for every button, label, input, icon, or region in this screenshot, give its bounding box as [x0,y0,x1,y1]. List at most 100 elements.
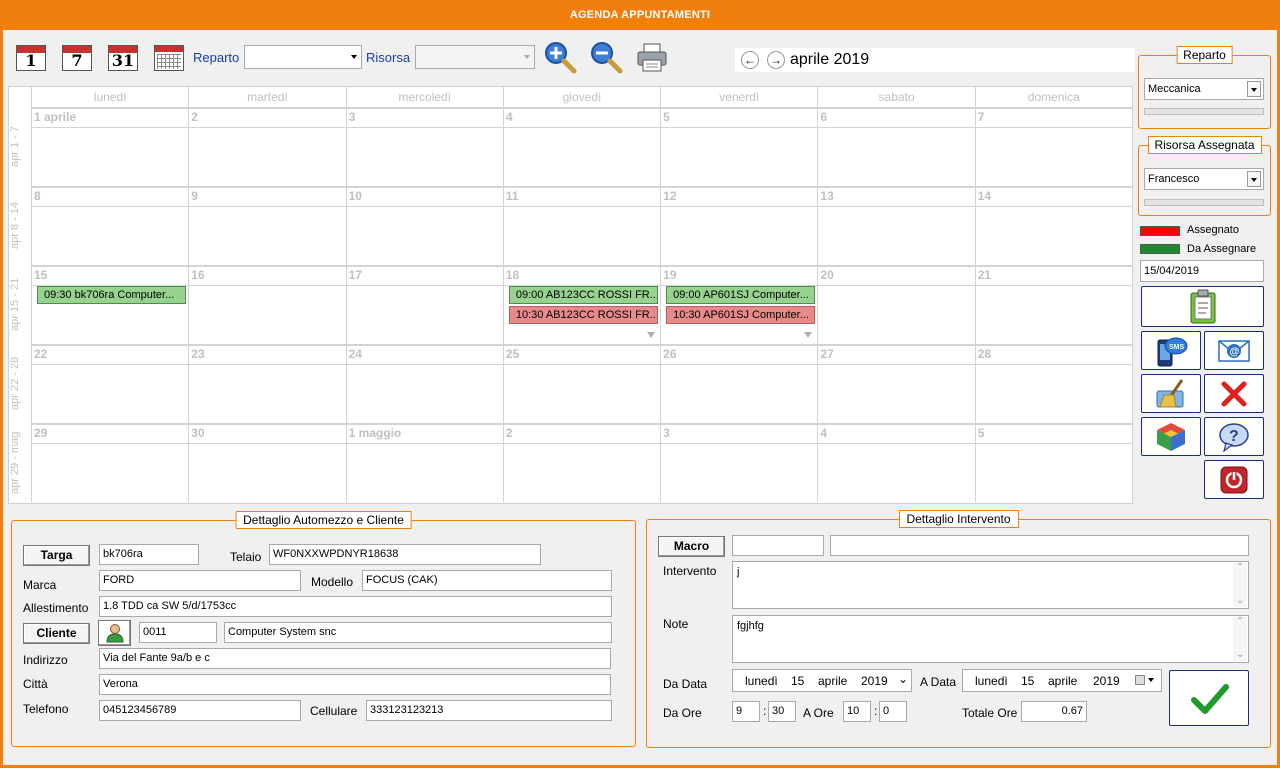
day-cell[interactable]: 12 [660,186,818,265]
risorsa-select[interactable] [415,45,535,69]
allestimento-field[interactable]: 1.8 TDD ca SW 5/d/1753cc [99,596,612,617]
month-view-button[interactable]: 31 [108,45,138,71]
day-cell[interactable]: 1 aprile [31,107,189,186]
a-ore-minute-field[interactable]: 0 [879,701,907,722]
risorsa-scrollbar[interactable] [1144,199,1264,206]
day-cell[interactable]: 16 [188,265,346,344]
day-number: 2 [191,110,198,124]
modello-field[interactable]: FOCUS (CAK) [362,570,612,591]
day-cell[interactable]: 20 [817,265,975,344]
note-textarea[interactable]: fgjhfg [732,615,1249,663]
a-ore-hour-field[interactable]: 10 [843,701,871,722]
citta-field[interactable]: Verona [99,674,611,695]
note-scrollbar[interactable] [1233,616,1247,661]
print-button[interactable] [635,40,669,74]
day-cell[interactable]: 23 [188,344,346,423]
day-cell[interactable]: 19 [660,265,818,344]
day-cell[interactable]: 22 [31,344,189,423]
zoom-in-button[interactable] [543,40,577,74]
day-cell[interactable]: 1 maggio [345,423,503,502]
totale-ore-field[interactable]: 0.67 [1021,701,1087,722]
day-cell[interactable]: 9 [188,186,346,265]
day-cell[interactable]: 24 [345,344,503,423]
day-cell[interactable]: 6 [817,107,975,186]
client-lookup-button[interactable] [98,620,131,646]
zoom-out-button[interactable] [589,40,623,74]
week-label: apr 15 - 21 [9,277,21,332]
broom-icon [1156,378,1184,407]
side-risorsa-select[interactable]: Francesco [1144,168,1264,190]
telaio-field[interactable]: WF0NXXWPDNYR18638 [269,544,541,565]
macro-code-field[interactable] [732,535,824,556]
day-cell[interactable]: 2 [502,423,661,502]
telefono-field[interactable]: 045123456789 [99,700,301,721]
new-appointment-button[interactable] [1141,286,1264,327]
da-data-picker[interactable]: lunedì 15 aprile 2019 ⌄ [732,669,912,692]
day-cell[interactable]: 28 [974,344,1132,423]
appointment-item[interactable]: 09:00 AB123CC ROSSI FR... [508,286,659,304]
macro-desc-field[interactable] [830,535,1249,556]
day-cell[interactable]: 17 [345,265,503,344]
day-cell[interactable]: 18 [502,265,661,344]
day-cell[interactable]: 10 [345,186,503,265]
day-cell[interactable]: 29 [31,423,189,502]
reparto-select[interactable] [244,45,362,69]
day-cell[interactable]: 30 [188,423,346,502]
delete-button[interactable] [1204,374,1264,413]
appointment-item[interactable]: 09:00 AP601SJ Computer... [666,286,816,304]
next-month-button[interactable]: → [767,51,785,69]
targa-button[interactable]: Targa [23,545,90,566]
email-button[interactable]: @ [1204,331,1264,370]
cellulare-field[interactable]: 333123123213 [366,700,612,721]
month-calendar: lunedì martedì mercoledì giovedì venerdì saba… [8,86,1133,504]
intervento-scrollbar[interactable] [1233,562,1247,607]
side-reparto-select[interactable]: Meccanica [1144,78,1264,100]
day-cell[interactable]: 27 [817,344,975,423]
day-cell[interactable]: 2 [188,107,346,186]
confirm-button[interactable] [1169,670,1249,726]
cliente-name-field[interactable]: Computer System snc [224,622,612,643]
exit-button[interactable] [1204,460,1264,499]
prev-month-button[interactable]: ← [741,51,759,69]
sms-button[interactable]: SMS [1141,331,1201,370]
appointment-item[interactable]: 10:30 AP601SJ Computer... [666,306,816,324]
cliente-code-field[interactable]: 0011 [139,622,217,643]
day-cell[interactable]: 14 [974,186,1132,265]
day-cell[interactable]: 15 [31,265,189,344]
cliente-button[interactable]: Cliente [23,623,90,644]
appointment-item[interactable]: 10:30 AB123CC ROSSI FR... [508,306,659,324]
a-data-picker[interactable]: lunedì 15 aprile 2019 [962,669,1162,692]
day-cell[interactable]: 7 [974,107,1132,186]
day-number: 8 [34,189,41,203]
day-cell[interactable]: 11 [502,186,661,265]
grid-view-button[interactable] [154,45,184,71]
day-cell[interactable]: 4 [502,107,661,186]
targa-field[interactable]: bk706ra [99,544,199,565]
intervento-textarea[interactable]: j [732,561,1249,609]
day-cell[interactable]: 5 [974,423,1132,502]
da-ore-hour-field[interactable]: 9 [732,701,760,722]
module-button[interactable] [1141,417,1201,456]
selected-date-field[interactable]: 15/04/2019 [1140,260,1264,282]
week-view-button[interactable]: 7 [62,45,92,71]
day-cell[interactable]: 5 [660,107,818,186]
more-appointments-icon[interactable] [804,332,813,338]
reparto-scrollbar[interactable] [1144,108,1264,115]
clear-button[interactable] [1141,374,1201,413]
day-cell[interactable]: 21 [974,265,1132,344]
day-cell[interactable]: 3 [660,423,818,502]
day-cell[interactable]: 26 [660,344,818,423]
day-cell[interactable]: 13 [817,186,975,265]
macro-button[interactable]: Macro [658,536,725,557]
help-button[interactable]: ? [1204,417,1264,456]
day-cell[interactable]: 8 [31,186,189,265]
day-cell[interactable]: 4 [817,423,975,502]
day-cell[interactable]: 25 [502,344,661,423]
day-view-button[interactable]: 1 [16,45,46,71]
indirizzo-field[interactable]: Via del Fante 9a/b e c [99,648,611,669]
more-appointments-icon[interactable] [647,332,656,338]
marca-field[interactable]: FORD [99,570,301,591]
day-cell[interactable]: 3 [345,107,503,186]
appointment-item[interactable]: 09:30 bk706ra Computer... [37,286,187,304]
da-ore-minute-field[interactable]: 30 [768,701,796,722]
